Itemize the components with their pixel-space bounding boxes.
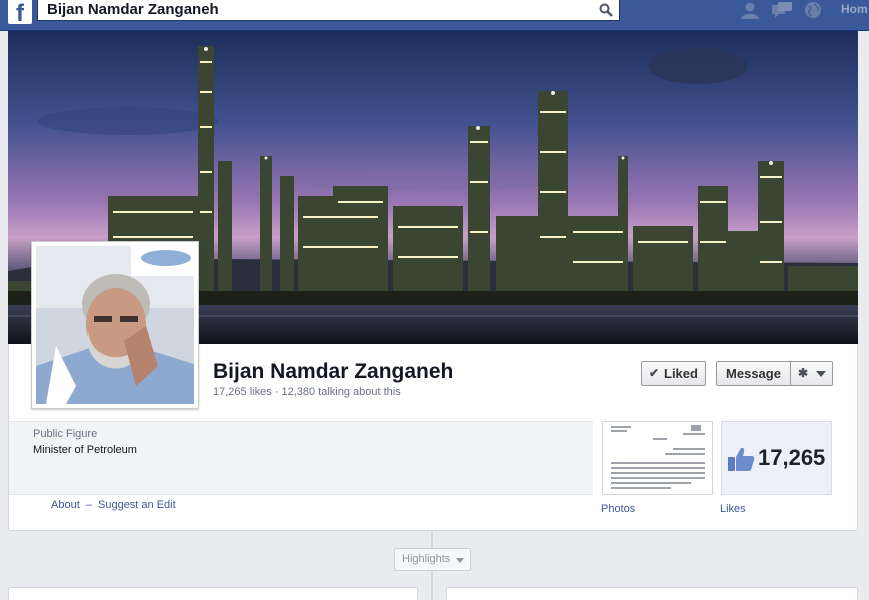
chevron-down-icon (456, 558, 464, 563)
about-links: About – Suggest an Edit (51, 499, 176, 511)
settings-dropdown-button[interactable]: ✱ (790, 361, 833, 386)
messages-icon[interactable] (771, 1, 793, 19)
suggest-edit-link[interactable]: Suggest an Edit (98, 499, 176, 511)
notifications-globe-icon[interactable] (802, 1, 824, 19)
timeline-card-right (446, 587, 858, 600)
page-title: Bijan Namdar Zanganeh (213, 360, 454, 383)
document-photo-image (603, 422, 712, 494)
search-icon[interactable] (599, 3, 613, 17)
chevron-down-icon (816, 371, 826, 377)
highlights-dropdown[interactable]: Highlights (394, 548, 471, 571)
message-button[interactable]: Message (716, 361, 791, 386)
page-category: Public Figure (33, 428, 98, 440)
gear-icon: ✱ (798, 366, 809, 380)
liked-button[interactable]: ✔ Liked (641, 361, 706, 386)
top-nav-bar: f Bijan Namdar Zanganeh Hom (0, 0, 869, 31)
about-link[interactable]: About (51, 499, 80, 511)
facebook-logo[interactable]: f (8, 0, 32, 27)
likes-app-box[interactable]: 17,265 (721, 421, 832, 495)
thumbs-up-icon (728, 447, 755, 471)
photos-app-label[interactable]: Photos (601, 503, 635, 515)
profile-picture[interactable] (31, 241, 199, 409)
search-input[interactable]: Bijan Namdar Zanganeh (37, 0, 620, 21)
checkmark-icon: ✔ (649, 366, 660, 380)
friend-requests-icon[interactable] (739, 1, 761, 19)
about-section: Public Figure Minister of Petroleum (9, 421, 593, 495)
page-stats: 17,265 likes · 12,380 talking about this (213, 386, 401, 398)
home-link[interactable]: Hom (841, 2, 868, 16)
link-separator: – (85, 499, 92, 511)
timeline-card-left (8, 587, 418, 600)
profile-photo-image (36, 246, 194, 404)
search-query: Bijan Namdar Zanganeh (47, 1, 219, 18)
photos-app-thumbnail[interactable] (602, 421, 713, 495)
likes-app-label[interactable]: Likes (720, 503, 746, 515)
likes-count: 17,265 (758, 445, 826, 470)
page-description: Minister of Petroleum (33, 444, 137, 456)
